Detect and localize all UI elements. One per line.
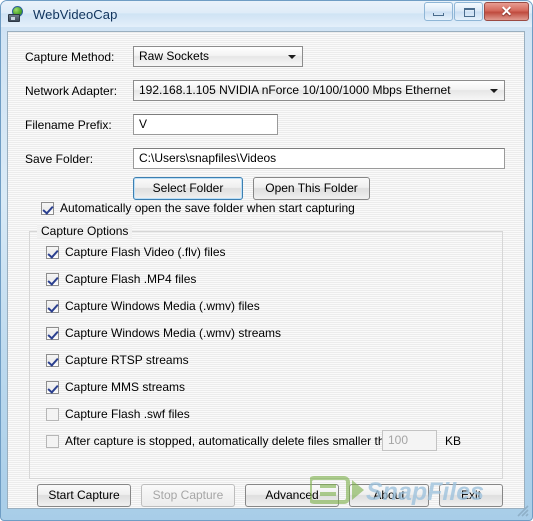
open-this-folder-button[interactable]: Open This Folder: [253, 177, 370, 200]
close-icon: ✕: [500, 3, 513, 19]
checkbox-box: [46, 353, 59, 367]
checkbox-box: [41, 201, 54, 215]
select-folder-button[interactable]: Select Folder: [133, 177, 243, 200]
option-label: Capture Flash .swf files: [65, 407, 190, 421]
save-folder-label: Save Folder:: [25, 152, 94, 166]
save-folder-input[interactable]: C:\Users\snapfiles\Videos: [133, 148, 505, 169]
checkbox-box: [46, 407, 59, 421]
option-label: Capture MMS streams: [65, 380, 186, 394]
delete-threshold-value: 100: [388, 433, 409, 447]
network-adapter-label: Network Adapter:: [25, 84, 118, 98]
filename-prefix-input[interactable]: V: [133, 114, 278, 135]
option-label: After capture is stopped, automatically …: [65, 434, 402, 448]
maximize-button[interactable]: [454, 2, 483, 21]
title-bar[interactable]: WebVideoCap ✕: [1, 1, 532, 27]
option-capture-flv[interactable]: Capture Flash Video (.flv) files: [46, 245, 226, 259]
minimize-button[interactable]: [424, 2, 453, 21]
app-globe-camera-icon: [8, 5, 26, 24]
network-adapter-value: 192.168.1.105 NVIDIA nForce 10/100/1000 …: [139, 83, 451, 97]
option-label: Capture Flash .MP4 files: [65, 272, 197, 286]
option-label: Capture Windows Media (.wmv) files: [65, 299, 260, 313]
capture-options-title: Capture Options: [37, 224, 133, 238]
auto-open-folder-checkbox[interactable]: Automatically open the save folder when …: [41, 201, 355, 215]
option-delete-small-files[interactable]: After capture is stopped, automatically …: [46, 434, 401, 448]
chevron-down-icon[interactable]: [487, 82, 503, 99]
checkbox-box: [46, 245, 59, 259]
capture-method-value: Raw Sockets: [139, 49, 210, 63]
option-capture-mp4[interactable]: Capture Flash .MP4 files: [46, 272, 196, 286]
exit-button[interactable]: Exit: [439, 484, 503, 507]
option-capture-wmv-files[interactable]: Capture Windows Media (.wmv) files: [46, 299, 260, 313]
delete-threshold-input[interactable]: 100: [382, 430, 437, 451]
window-controls: ✕: [423, 2, 529, 21]
option-label: Capture Windows Media (.wmv) streams: [65, 326, 282, 340]
checkbox-box: [46, 434, 59, 448]
checkbox-box: [46, 272, 59, 286]
option-capture-mms[interactable]: Capture MMS streams: [46, 380, 185, 394]
capture-method-combobox[interactable]: Raw Sockets: [133, 46, 303, 67]
chevron-down-icon[interactable]: [285, 48, 301, 65]
checkbox-box: [46, 380, 59, 394]
auto-open-folder-label: Automatically open the save folder when …: [60, 201, 355, 215]
window-title: WebVideoCap: [33, 6, 118, 22]
checkbox-box: [46, 326, 59, 340]
minimize-icon: [433, 13, 444, 16]
application-window: WebVideoCap ✕ Capture Method: Raw Socket…: [0, 0, 533, 521]
option-capture-rtsp[interactable]: Capture RTSP streams: [46, 353, 189, 367]
advanced-button[interactable]: Advanced: [245, 484, 339, 507]
option-capture-swf[interactable]: Capture Flash .swf files: [46, 407, 190, 421]
option-capture-wmv-streams[interactable]: Capture Windows Media (.wmv) streams: [46, 326, 281, 340]
delete-threshold-unit: KB: [445, 434, 462, 448]
start-capture-button[interactable]: Start Capture: [37, 484, 131, 507]
checkbox-box: [46, 299, 59, 313]
save-folder-value: C:\Users\snapfiles\Videos: [139, 151, 277, 165]
network-adapter-combobox[interactable]: 192.168.1.105 NVIDIA nForce 10/100/1000 …: [133, 80, 505, 101]
about-button[interactable]: About: [349, 484, 429, 507]
filename-prefix-label: Filename Prefix:: [25, 118, 112, 132]
option-label: Capture Flash Video (.flv) files: [65, 245, 226, 259]
maximize-icon: [464, 8, 475, 17]
resize-grip[interactable]: [516, 504, 529, 517]
close-button[interactable]: ✕: [484, 2, 529, 21]
filename-prefix-value: V: [139, 117, 148, 131]
option-label: Capture RTSP streams: [65, 353, 189, 367]
capture-method-label: Capture Method:: [25, 50, 115, 64]
stop-capture-button: Stop Capture: [141, 484, 235, 507]
client-area: Capture Method: Raw Sockets Network Adap…: [7, 31, 525, 509]
